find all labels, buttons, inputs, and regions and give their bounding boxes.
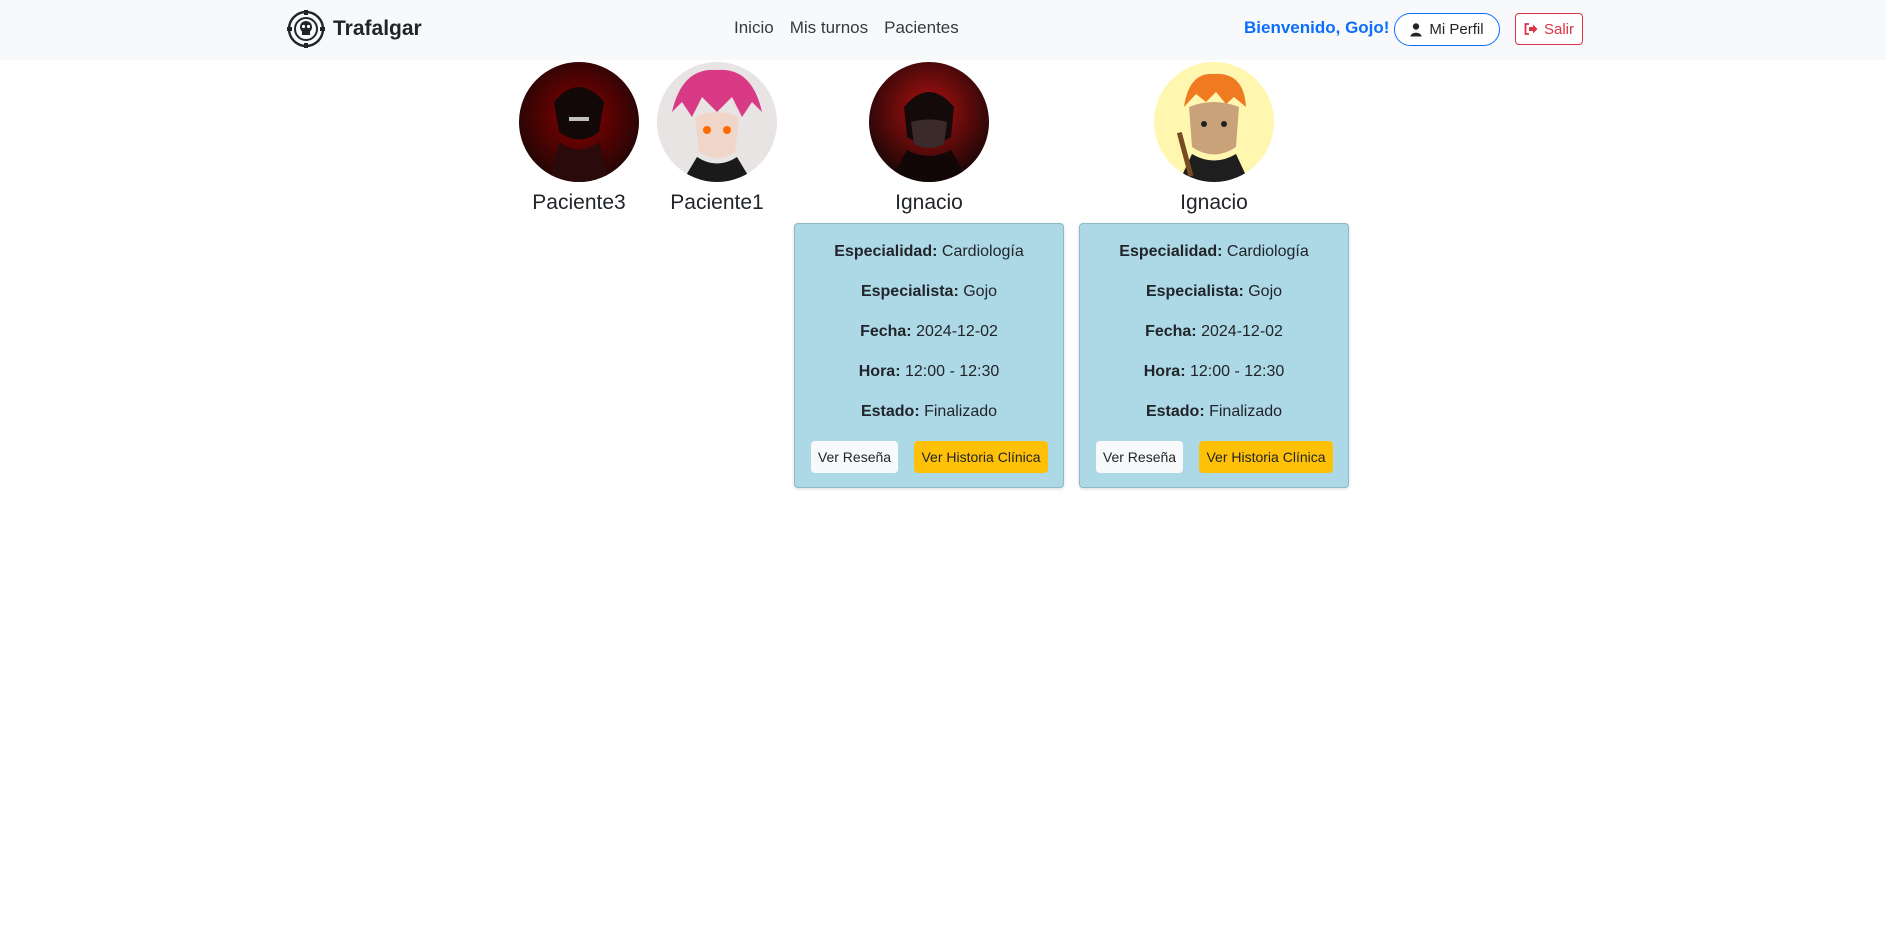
estado-label: Estado: xyxy=(860,403,920,420)
brand-name: Trafalgar xyxy=(333,17,422,40)
fecha-row: Fecha: 2024-12-02 xyxy=(1080,323,1348,341)
especialidad-label: Especialidad: xyxy=(1119,243,1223,260)
avatar-image xyxy=(519,62,639,182)
hora-value: 12:00 - 12:30 xyxy=(904,363,1000,380)
fecha-value: 2024-12-02 xyxy=(916,323,998,340)
profile-button-label: Mi Perfil xyxy=(1429,21,1484,38)
hora-value: 12:00 - 12:30 xyxy=(1189,363,1285,380)
nav-item-inicio[interactable]: Inicio xyxy=(734,18,774,38)
fecha-label: Fecha: xyxy=(1145,323,1197,340)
estado-row: Estado: Finalizado xyxy=(795,403,1063,421)
patient-avatar[interactable] xyxy=(657,62,777,182)
especialidad-value: Cardiología xyxy=(941,243,1024,260)
patient-name: Ignacio xyxy=(895,191,963,214)
hora-row: Hora: 12:00 - 12:30 xyxy=(1080,363,1348,381)
patient-name: Paciente1 xyxy=(670,191,764,214)
patient-avatar[interactable] xyxy=(869,62,989,182)
user-icon xyxy=(1410,22,1422,36)
patient-avatar[interactable] xyxy=(519,62,639,182)
estado-value: Finalizado xyxy=(1209,403,1283,420)
especialista-value: Gojo xyxy=(963,283,998,300)
patient-name: Ignacio xyxy=(1180,191,1248,214)
especialista-row: Especialista: Gojo xyxy=(795,283,1063,301)
appointment-card: Especialidad: Cardiología Especialista: … xyxy=(1079,223,1349,488)
especialista-label: Especialista: xyxy=(860,283,959,300)
patient-avatar[interactable] xyxy=(1154,62,1274,182)
avatar-image xyxy=(869,62,989,182)
estado-label: Estado: xyxy=(1145,403,1205,420)
brand[interactable]: Trafalgar xyxy=(286,9,422,49)
estado-row: Estado: Finalizado xyxy=(1080,403,1348,421)
avatar-image xyxy=(1154,62,1274,182)
navbar: Trafalgar Inicio Mis turnos Pacientes Bi… xyxy=(0,0,1886,60)
fecha-label: Fecha: xyxy=(860,323,912,340)
especialista-row: Especialista: Gojo xyxy=(1080,283,1348,301)
profile-button[interactable]: Mi Perfil xyxy=(1394,13,1500,46)
ver-historia-clinica-button[interactable]: Ver Historia Clínica xyxy=(1199,441,1333,473)
logout-button-label: Salir xyxy=(1543,20,1574,38)
nav-links: Inicio Mis turnos Pacientes xyxy=(734,18,959,38)
fecha-value: 2024-12-02 xyxy=(1201,323,1283,340)
estado-value: Finalizado xyxy=(924,403,998,420)
especialidad-row: Especialidad: Cardiología xyxy=(795,243,1063,261)
sign-out-icon xyxy=(1524,23,1538,35)
avatar-image xyxy=(657,62,777,182)
nav-item-pacientes[interactable]: Pacientes xyxy=(884,18,959,38)
ver-resena-button[interactable]: Ver Reseña xyxy=(1096,441,1183,473)
hora-label: Hora: xyxy=(858,363,901,380)
ver-historia-clinica-button[interactable]: Ver Historia Clínica xyxy=(914,441,1048,473)
patient-name: Paciente3 xyxy=(532,191,626,214)
especialidad-value: Cardiología xyxy=(1226,243,1309,260)
especialidad-row: Especialidad: Cardiología xyxy=(1080,243,1348,261)
appointment-card: Especialidad: Cardiología Especialista: … xyxy=(794,223,1064,488)
logout-button[interactable]: Salir xyxy=(1515,13,1583,45)
especialista-label: Especialista: xyxy=(1145,283,1244,300)
especialidad-label: Especialidad: xyxy=(834,243,938,260)
fecha-row: Fecha: 2024-12-02 xyxy=(795,323,1063,341)
hora-row: Hora: 12:00 - 12:30 xyxy=(795,363,1063,381)
nav-item-mis-turnos[interactable]: Mis turnos xyxy=(790,18,868,38)
jolly-roger-icon xyxy=(287,10,325,48)
ver-resena-button[interactable]: Ver Reseña xyxy=(811,441,898,473)
hora-label: Hora: xyxy=(1143,363,1186,380)
welcome-text: Bienvenido, Gojo! xyxy=(1244,18,1390,37)
especialista-value: Gojo xyxy=(1248,283,1283,300)
